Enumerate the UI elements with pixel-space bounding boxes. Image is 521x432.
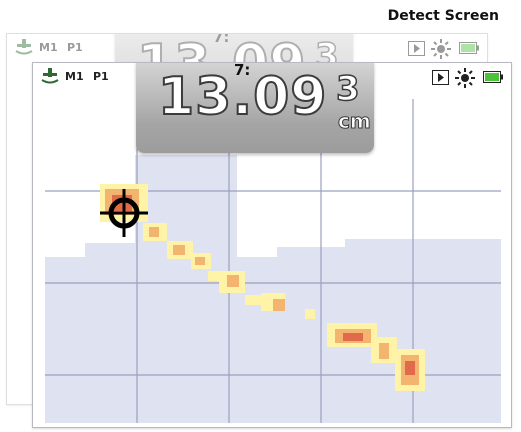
sun-icon[interactable] bbox=[431, 39, 451, 59]
sun-icon[interactable] bbox=[455, 68, 475, 88]
status-bar: M1 P1 bbox=[33, 63, 511, 91]
detector-icon bbox=[41, 68, 59, 84]
battery-icon bbox=[483, 71, 503, 83]
profile-label: P1 bbox=[67, 41, 83, 54]
mode-label: M1 bbox=[65, 70, 84, 83]
play-icon[interactable] bbox=[408, 41, 425, 56]
profile-label: P1 bbox=[93, 70, 109, 83]
detector-icon bbox=[15, 39, 33, 55]
play-icon[interactable] bbox=[432, 70, 449, 85]
mode-label: M1 bbox=[39, 41, 58, 54]
depth-unit: cm bbox=[338, 109, 372, 134]
detect-screen: 7: 13.09 3 cm M1 P1 bbox=[32, 62, 512, 428]
caption: Detect Screen bbox=[387, 8, 499, 24]
battery-icon bbox=[459, 42, 479, 54]
